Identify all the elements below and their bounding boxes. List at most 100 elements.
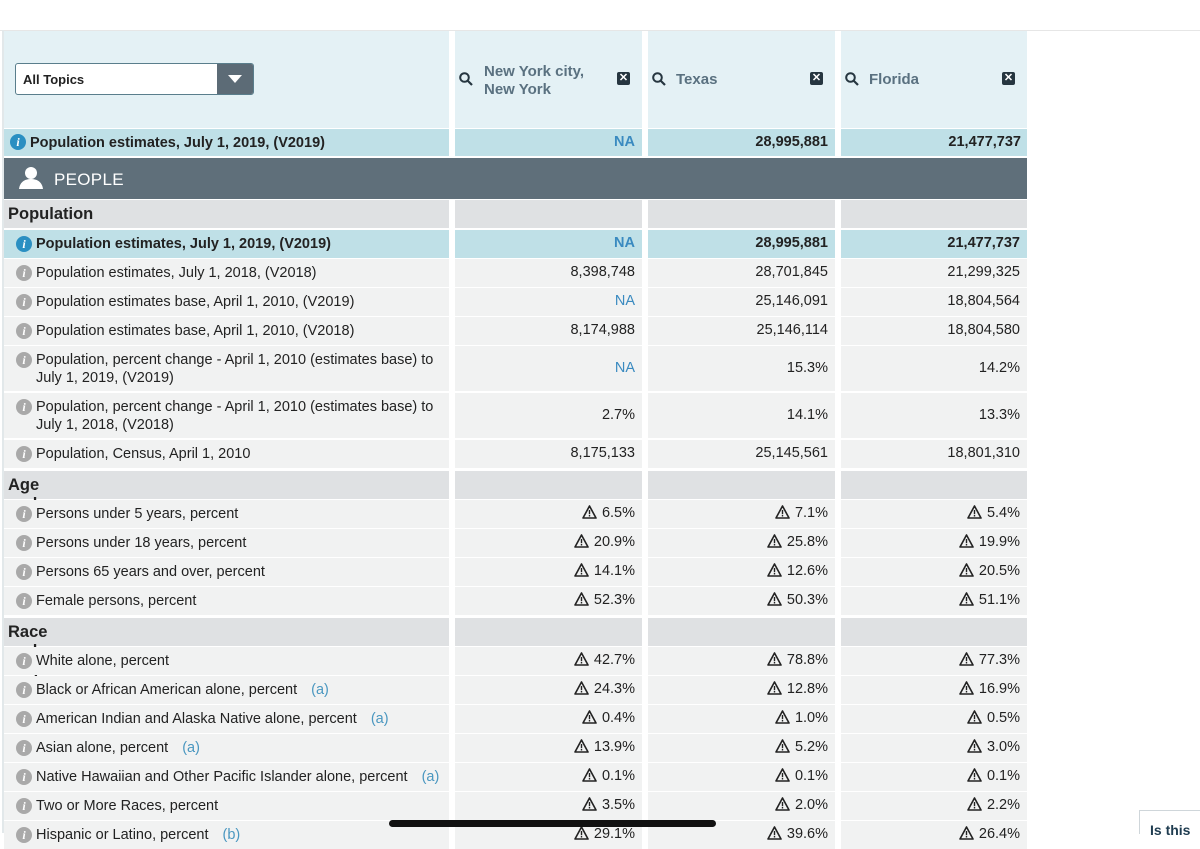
info-icon[interactable]: i [16, 740, 32, 756]
warning-icon[interactable] [767, 681, 782, 695]
value-cell: 8,174,988 [570, 322, 635, 338]
location-name-0[interactable]: New York city, New York [484, 63, 609, 99]
topic-dropdown[interactable]: All Topics [15, 63, 254, 95]
section-header-cell [841, 471, 1027, 499]
section-title: Population [8, 205, 94, 223]
warning-icon[interactable] [767, 534, 782, 548]
warning-icon[interactable] [582, 505, 597, 519]
info-icon[interactable]: i [16, 798, 32, 814]
warning-icon[interactable] [574, 739, 589, 753]
row-label: Female persons, percent [36, 592, 441, 610]
warning-icon[interactable] [775, 505, 790, 519]
footnote-link[interactable]: (a) [371, 711, 389, 727]
search-icon[interactable] [459, 72, 473, 86]
warning-icon[interactable] [775, 710, 790, 724]
warning-icon[interactable] [959, 592, 974, 606]
value-text: 52.3% [593, 592, 635, 608]
warning-icon[interactable] [959, 681, 974, 695]
value-text: 19.9% [978, 534, 1020, 550]
close-icon[interactable]: ✕ [810, 72, 823, 85]
warning-icon[interactable] [582, 797, 597, 811]
value-cell: 3.5% [455, 797, 635, 813]
info-icon[interactable]: i [16, 593, 32, 609]
warning-icon[interactable] [574, 534, 589, 548]
warning-icon[interactable] [775, 768, 790, 782]
warning-icon[interactable] [967, 710, 982, 724]
info-icon[interactable]: i [16, 506, 32, 522]
search-icon[interactable] [652, 72, 666, 86]
location-name-2[interactable]: Florida [869, 71, 989, 89]
row-label-text: Population estimates, July 1, 2019, (V20… [36, 236, 331, 252]
row-label: American Indian and Alaska Native alone,… [36, 710, 441, 728]
info-icon[interactable]: i [16, 294, 32, 310]
warning-icon[interactable] [775, 797, 790, 811]
value-text: 78.8% [786, 652, 828, 668]
row-label-text: Hispanic or Latino, percent [36, 827, 209, 843]
warning-icon[interactable] [767, 826, 782, 840]
info-icon[interactable]: i [16, 352, 32, 368]
row-label: Population estimates base, April 1, 2010… [36, 322, 441, 340]
info-icon[interactable]: i [16, 399, 32, 415]
warning-icon[interactable] [767, 563, 782, 577]
footnote-link[interactable]: (a) [182, 740, 200, 756]
section-header-cell [455, 471, 642, 499]
feedback-label: Is this [1150, 822, 1191, 838]
warning-icon[interactable] [967, 505, 982, 519]
info-icon[interactable]: i [16, 711, 32, 727]
value-text: 12.8% [786, 681, 828, 697]
warning-icon[interactable] [574, 652, 589, 666]
warning-icon[interactable] [967, 739, 982, 753]
info-icon[interactable]: i [16, 827, 32, 843]
warning-icon[interactable] [574, 563, 589, 577]
warning-icon[interactable] [574, 681, 589, 695]
info-icon[interactable]: i [16, 564, 32, 580]
section-header-cell [841, 618, 1027, 646]
horizontal-scrollbar[interactable] [389, 820, 716, 827]
close-icon[interactable]: ✕ [617, 72, 630, 85]
footnote-link[interactable]: (a) [422, 769, 440, 785]
chevron-down-icon[interactable] [217, 64, 253, 94]
info-icon[interactable]: i [16, 446, 32, 462]
warning-icon[interactable] [582, 710, 597, 724]
warning-icon[interactable] [574, 826, 589, 840]
row-label-text: Population estimates, July 1, 2018, (V20… [36, 265, 317, 281]
info-icon[interactable]: i [16, 653, 32, 669]
footnote-link[interactable]: (b) [223, 827, 241, 843]
warning-icon[interactable] [767, 652, 782, 666]
summary-value: 21,477,737 [948, 134, 1021, 150]
location-name-1[interactable]: Texas [676, 71, 796, 89]
value-cell: 18,804,564 [947, 293, 1020, 309]
value-text: 20.9% [593, 534, 635, 550]
info-icon[interactable]: i [16, 535, 32, 551]
feedback-tab[interactable]: Is this [1139, 810, 1200, 838]
warning-icon[interactable] [959, 534, 974, 548]
value-cell: 21,299,325 [947, 264, 1020, 280]
section-header-cell [841, 200, 1027, 228]
value-text: 12.6% [786, 563, 828, 579]
warning-icon[interactable] [967, 797, 982, 811]
row-label-text: Persons 65 years and over, percent [36, 564, 265, 580]
info-icon[interactable]: i [10, 134, 26, 150]
info-icon[interactable]: i [16, 265, 32, 281]
warning-icon[interactable] [574, 592, 589, 606]
value-cell: 5.2% [648, 739, 828, 755]
value-cell: 29.1% [455, 826, 635, 842]
warning-icon[interactable] [959, 826, 974, 840]
info-icon[interactable]: i [16, 323, 32, 339]
value-cell: NA [614, 360, 635, 376]
info-icon[interactable]: i [16, 682, 32, 698]
info-icon[interactable]: i [16, 769, 32, 785]
search-icon[interactable] [845, 72, 859, 86]
row-label-text: Persons under 18 years, percent [36, 535, 247, 551]
warning-icon[interactable] [959, 563, 974, 577]
section-header-cell [648, 471, 835, 499]
warning-icon[interactable] [767, 592, 782, 606]
warning-icon[interactable] [959, 652, 974, 666]
footnote-link[interactable]: (a) [311, 682, 329, 698]
warning-icon[interactable] [967, 768, 982, 782]
info-icon[interactable]: i [16, 236, 32, 252]
warning-icon[interactable] [775, 739, 790, 753]
row-label-text: American Indian and Alaska Native alone,… [36, 711, 357, 727]
warning-icon[interactable] [582, 768, 597, 782]
close-icon[interactable]: ✕ [1002, 72, 1015, 85]
